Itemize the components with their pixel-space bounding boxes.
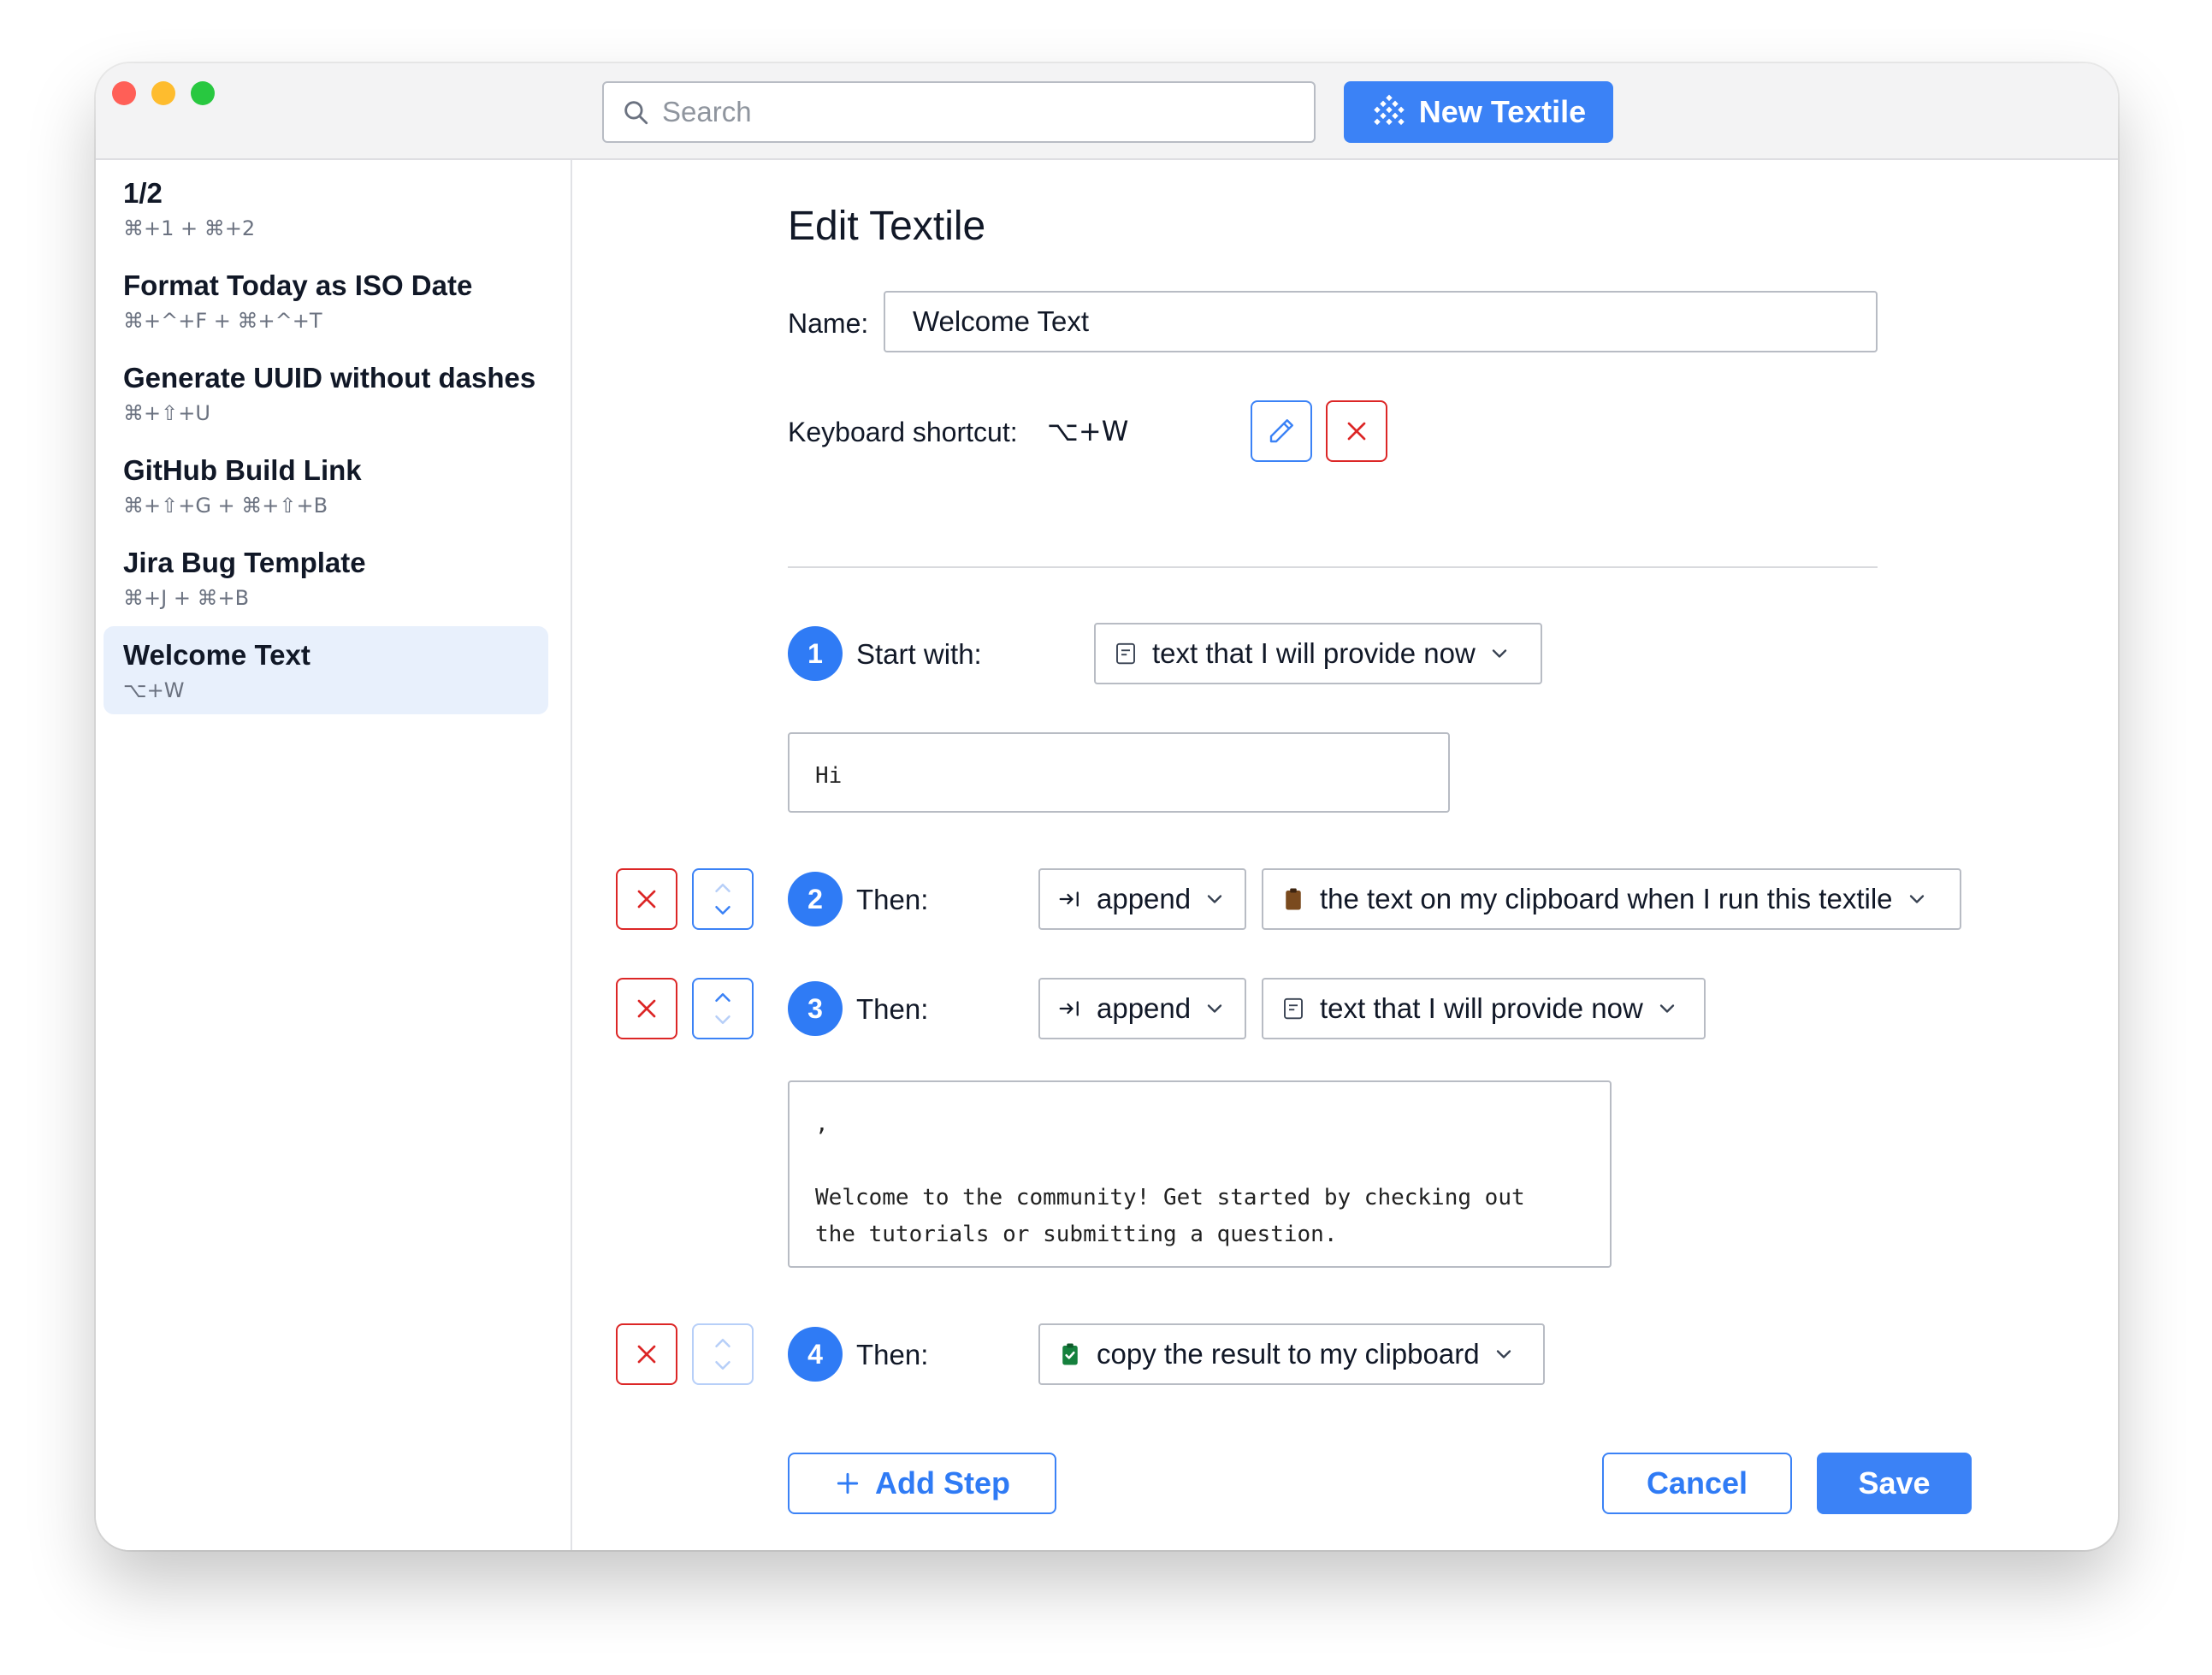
- step-number-badge: 2: [788, 872, 843, 926]
- step-4-action-dropdown[interactable]: copy the result to my clipboard: [1038, 1323, 1545, 1385]
- reorder-step-2-button[interactable]: [692, 868, 754, 930]
- sidebar-item-title: Generate UUID without dashes: [123, 362, 536, 394]
- step-label: Then:: [856, 1339, 929, 1370]
- name-field[interactable]: [884, 291, 1878, 352]
- chevron-down-icon: [1496, 1350, 1511, 1358]
- chevron-up-icon[interactable]: [710, 1332, 736, 1354]
- step-1-text-input[interactable]: Hi: [788, 732, 1450, 813]
- search-field[interactable]: [602, 81, 1316, 143]
- editor-panel: Edit Textile Name: Keyboard shortcut: ⌥+…: [572, 160, 2118, 1550]
- new-textile-label: New Textile: [1418, 94, 1587, 129]
- step-3-source-dropdown[interactable]: text that I will provide now: [1262, 978, 1706, 1039]
- sidebar-item-format-today-iso[interactable]: Format Today as ISO Date ⌘+^+F + ⌘+^+T: [104, 257, 548, 345]
- sidebar-item-jira-bug-template[interactable]: Jira Bug Template ⌘+J + ⌘+B: [104, 534, 548, 622]
- step-3-text-input[interactable]: , Welcome to the community! Get started …: [788, 1080, 1612, 1268]
- delete-step-4-button[interactable]: [616, 1323, 677, 1385]
- chevron-down-icon: [1207, 1004, 1222, 1013]
- sidebar-item-welcome-text[interactable]: Welcome Text ⌥+W: [104, 626, 548, 714]
- chevron-down-icon: [1659, 1004, 1675, 1013]
- sidebar-item-1-2[interactable]: 1/2 ⌘+1 + ⌘+2: [104, 164, 548, 252]
- text-doc-icon: [1116, 642, 1135, 665]
- sidebar-item-title: GitHub Build Link: [123, 454, 362, 486]
- sidebar-item-title: Welcome Text: [123, 639, 311, 671]
- close-icon: [637, 890, 656, 909]
- sidebar-item-generate-uuid[interactable]: Generate UUID without dashes ⌘+⇧+U: [104, 349, 548, 437]
- step-label: Then:: [856, 884, 929, 915]
- sidebar-item-shortcut: ⌘+⇧+U: [123, 401, 210, 425]
- app-window: New Textile 1/2 ⌘+1 + ⌘+2 Format Today a…: [96, 63, 2118, 1550]
- delete-step-3-button[interactable]: [616, 978, 677, 1039]
- save-button[interactable]: Save: [1817, 1453, 1972, 1514]
- sidebar-item-shortcut: ⌘+^+F + ⌘+^+T: [123, 309, 322, 333]
- step-2-source-dropdown[interactable]: the text on my clipboard when I run this…: [1262, 868, 1961, 930]
- close-icon: [1347, 422, 1366, 441]
- reorder-step-3-button[interactable]: [692, 978, 754, 1039]
- minimize-window-button[interactable]: [151, 81, 175, 105]
- sidebar-item-github-build-link[interactable]: GitHub Build Link ⌘+⇧+G + ⌘+⇧+B: [104, 441, 548, 530]
- close-window-button[interactable]: [112, 81, 136, 105]
- name-label: Name:: [788, 308, 869, 339]
- new-textile-button[interactable]: New Textile: [1344, 81, 1613, 143]
- sidebar-item-title: Format Today as ISO Date: [123, 269, 473, 301]
- dropdown-value: append: [1097, 883, 1192, 914]
- clear-shortcut-button[interactable]: [1326, 400, 1387, 462]
- chevron-down-icon: [1909, 895, 1924, 903]
- chevron-down-icon[interactable]: [710, 899, 736, 921]
- append-arrow-icon: [1059, 891, 1079, 907]
- delete-step-2-button[interactable]: [616, 868, 677, 930]
- sidebar-item-shortcut: ⌘+1 + ⌘+2: [123, 216, 256, 240]
- divider: [788, 566, 1878, 568]
- sidebar-item-title: 1/2: [123, 177, 163, 209]
- keyboard-shortcut-label: Keyboard shortcut:: [788, 417, 1018, 447]
- text-doc-icon: [1284, 997, 1303, 1020]
- edit-shortcut-button[interactable]: [1251, 400, 1312, 462]
- dropdown-value: text that I will provide now: [1320, 992, 1643, 1024]
- reorder-step-4-button[interactable]: [692, 1323, 754, 1385]
- step-label: Then:: [856, 993, 929, 1025]
- chevron-down-icon: [1492, 649, 1507, 658]
- add-step-button[interactable]: Add Step: [788, 1453, 1056, 1514]
- step-number-badge: 1: [788, 626, 843, 681]
- sidebar-item-title: Jira Bug Template: [123, 547, 366, 578]
- cancel-button[interactable]: Cancel: [1602, 1453, 1792, 1514]
- textile-list-sidebar: 1/2 ⌘+1 + ⌘+2 Format Today as ISO Date ⌘…: [96, 160, 572, 1550]
- sidebar-item-shortcut: ⌘+J + ⌘+B: [123, 586, 250, 610]
- search-input[interactable]: [662, 96, 1261, 128]
- dropdown-value: the text on my clipboard when I run this…: [1320, 883, 1893, 914]
- chevron-up-icon[interactable]: [710, 877, 736, 899]
- step-3-action-dropdown[interactable]: append: [1038, 978, 1246, 1039]
- search-icon: [624, 101, 648, 125]
- sidebar-item-shortcut: ⌥+W: [123, 678, 185, 702]
- chevron-up-icon[interactable]: [710, 986, 736, 1009]
- dropdown-value: copy the result to my clipboard: [1097, 1338, 1480, 1370]
- clipboard-icon: [1286, 888, 1301, 910]
- step-1-source-dropdown[interactable]: text that I will provide now: [1094, 623, 1542, 684]
- sidebar-item-shortcut: ⌘+⇧+G + ⌘+⇧+B: [123, 494, 328, 518]
- add-step-label: Add Step: [875, 1465, 1010, 1500]
- dropdown-value: append: [1097, 992, 1192, 1024]
- title-bar: New Textile: [96, 63, 2118, 160]
- step-2-action-dropdown[interactable]: append: [1038, 868, 1246, 930]
- step-label: Start with:: [856, 638, 982, 670]
- close-icon: [637, 1345, 656, 1364]
- zoom-window-button[interactable]: [191, 81, 215, 105]
- chevron-down-icon: [1207, 895, 1222, 903]
- step-number-badge: 3: [788, 981, 843, 1036]
- plus-icon: [837, 1472, 859, 1494]
- dropdown-value: text that I will provide now: [1152, 637, 1476, 669]
- pencil-icon: [1269, 419, 1293, 443]
- chevron-down-icon[interactable]: [710, 1354, 736, 1376]
- page-title: Edit Textile: [788, 204, 986, 249]
- step-number-badge: 4: [788, 1327, 843, 1382]
- textile-logo-icon: [1374, 94, 1405, 126]
- append-arrow-icon: [1059, 1001, 1079, 1016]
- close-icon: [637, 999, 656, 1018]
- clipboard-check-icon: [1062, 1343, 1078, 1365]
- chevron-down-icon[interactable]: [710, 1009, 736, 1031]
- keyboard-shortcut-value: ⌥+W: [1047, 415, 1129, 447]
